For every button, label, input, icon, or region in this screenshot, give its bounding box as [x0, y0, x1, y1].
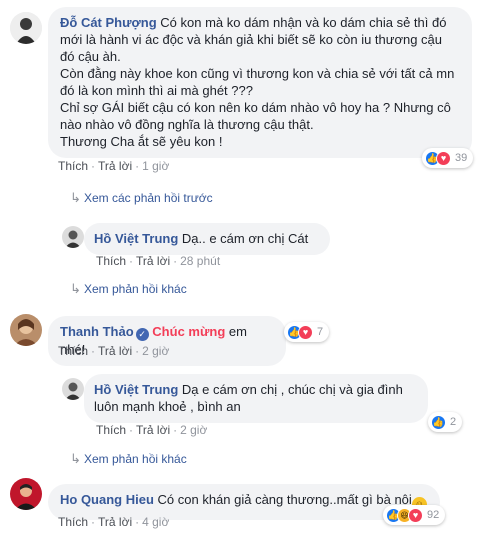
love-reaction-icon: ♥: [298, 324, 313, 340]
reaction-summary[interactable]: 👍 ♥ 39: [422, 148, 474, 168]
love-reaction-icon: ♥: [408, 507, 423, 523]
avatar-image: [10, 314, 42, 346]
avatar[interactable]: [62, 378, 84, 400]
comment-author[interactable]: Hồ Việt Trung: [94, 382, 178, 397]
love-reaction-icon: ♥: [436, 150, 451, 166]
avatar[interactable]: [10, 478, 42, 510]
comment-actions: Thích · Trả lời · 1 giờ: [58, 159, 170, 173]
reply-link[interactable]: Trả lời: [136, 423, 170, 437]
reaction-count: 2: [450, 416, 457, 428]
comment-actions: Thích · Trả lời · 4 giờ: [58, 515, 170, 529]
view-more-replies[interactable]: ↳ Xem phản hồi khác: [70, 451, 187, 467]
like-link[interactable]: Thích: [58, 159, 88, 173]
timestamp[interactable]: 2 giờ: [180, 423, 207, 437]
view-more-replies[interactable]: ↳ Xem phản hồi khác: [70, 281, 187, 297]
like-link[interactable]: Thích: [58, 344, 88, 358]
highlighted-word[interactable]: Chúc mừng: [152, 324, 225, 339]
avatar-image: [10, 12, 42, 44]
avatar[interactable]: [10, 314, 42, 346]
reaction-count: 39: [455, 152, 468, 164]
comment-text: Dạ.. e cám ơn chị Cát: [181, 231, 309, 246]
comment-actions: Thích · Trả lời · 28 phút: [96, 254, 221, 268]
avatar-image: [62, 226, 84, 248]
view-more-replies-label: Xem phản hồi khác: [84, 282, 187, 296]
view-previous-replies[interactable]: ↳ Xem các phản hồi trước: [70, 190, 213, 206]
comment-author[interactable]: Hồ Việt Trung: [94, 231, 178, 246]
reply-link[interactable]: Trả lời: [98, 159, 132, 173]
comment-actions: Thích · Trả lời · 2 giờ: [96, 423, 208, 437]
like-link[interactable]: Thích: [96, 254, 126, 268]
comment-bubble: Hồ Việt Trung Dạ.. e cám ơn chị Cát: [84, 223, 330, 255]
reply-arrow-icon: ↳: [70, 281, 81, 296]
avatar-image: [62, 378, 84, 400]
comment-bubble: Thanh Thảo ✓ Chúc mừng em nhé!: [48, 316, 286, 366]
comment-text: Có con khán giả càng thương..mất gì bà n…: [157, 492, 412, 507]
comment-author[interactable]: Thanh Thảo: [60, 324, 134, 339]
comment-author[interactable]: Ho Quang Hieu: [60, 492, 154, 507]
comment-author[interactable]: Đỗ Cát Phượng: [60, 15, 157, 30]
reaction-count: 92: [427, 509, 440, 521]
like-reaction-icon: 👍: [431, 414, 446, 430]
reply-link[interactable]: Trả lời: [98, 515, 132, 529]
reaction-summary[interactable]: 👍 😆 ♥ 92: [383, 505, 446, 525]
reaction-summary[interactable]: 👍 ♥ 7: [284, 322, 330, 342]
timestamp[interactable]: 4 giờ: [142, 515, 169, 529]
comment-text: Có kon mà ko dám nhận và ko dám chia sẻ …: [60, 15, 455, 149]
reply-link[interactable]: Trả lời: [136, 254, 170, 268]
view-more-replies-label: Xem phản hồi khác: [84, 452, 187, 466]
comment-actions: Thích · Trả lời · 2 giờ: [58, 344, 170, 358]
reply-arrow-icon: ↳: [70, 451, 81, 466]
verified-badge-icon: ✓: [135, 328, 149, 341]
timestamp[interactable]: 2 giờ: [142, 344, 169, 358]
avatar[interactable]: [62, 226, 84, 248]
view-previous-replies-label: Xem các phản hồi trước: [84, 191, 213, 205]
timestamp[interactable]: 1 giờ: [142, 159, 169, 173]
avatar[interactable]: [10, 12, 42, 44]
comment-bubble: Đỗ Cát Phượng Có kon mà ko dám nhận và k…: [48, 7, 472, 158]
reaction-count: 7: [317, 326, 324, 338]
timestamp[interactable]: 28 phút: [180, 254, 220, 268]
like-link[interactable]: Thích: [58, 515, 88, 529]
like-link[interactable]: Thích: [96, 423, 126, 437]
avatar-image: [10, 478, 42, 510]
reply-link[interactable]: Trả lời: [98, 344, 132, 358]
reply-arrow-icon: ↳: [70, 190, 81, 205]
comment-bubble: Hồ Việt Trung Dạ e cám ơn chị , chúc chị…: [84, 374, 428, 423]
reaction-summary[interactable]: 👍 2: [428, 412, 463, 432]
